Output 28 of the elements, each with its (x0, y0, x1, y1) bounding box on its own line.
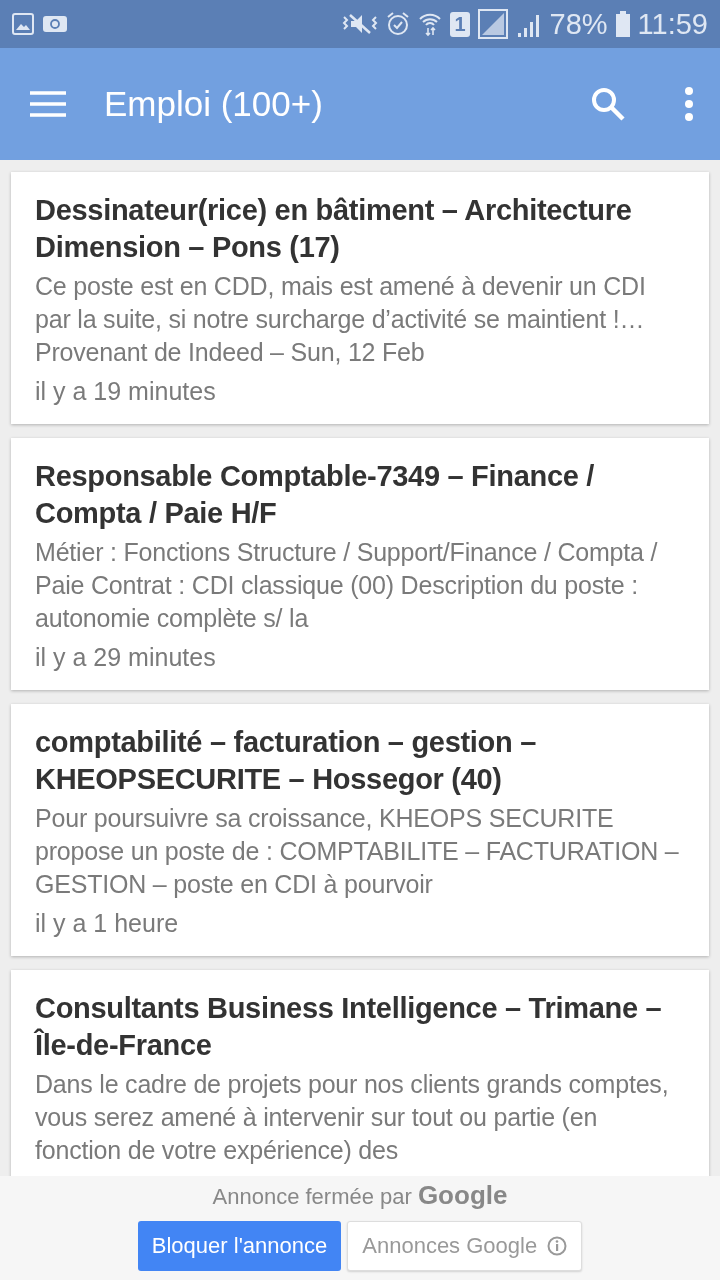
alarm-icon (386, 11, 411, 37)
mute-vibrate-icon (342, 11, 379, 37)
menu-icon[interactable] (30, 91, 66, 117)
job-card[interactable] (11, 970, 709, 1176)
google-logo: Google (417, 1180, 508, 1211)
posted-time: il y a 1 heure (35, 909, 180, 938)
job-card[interactable] (11, 704, 709, 956)
job-card[interactable] (11, 172, 709, 424)
info-icon (547, 1236, 568, 1256)
job-title: Consultants Business Intelligence – Trimane – Île-de-France (35, 991, 663, 1063)
job-title: comptabilité – facturation – gestion – KHEOPSECURITE – Hossegor (40) (35, 725, 538, 797)
wifi-icon (418, 11, 443, 37)
job-title: Dessinateur(rice) en bâtiment – Architecture Dimension – Pons (17) (35, 193, 633, 265)
sim-badge: 1 (450, 11, 470, 37)
posted-time: il y a 19 minutes (35, 377, 217, 406)
app-title: Emploi (100+) (104, 84, 324, 124)
job-snippet: Dans le cadre de projets pour nos clients grands comptes, vous serez amené à intervenir sur tout ou partie (en fonction de votre expérience) des (35, 1069, 670, 1166)
ad-notice: Annonce fermée par (212, 1184, 412, 1210)
image-icon (12, 13, 34, 35)
battery-icon (615, 11, 630, 37)
block-ad-button[interactable]: Bloquer l'annonce (137, 1221, 342, 1271)
posted-time: il y a 29 minutes (35, 643, 217, 672)
job-card[interactable] (11, 438, 709, 690)
job-title: Responsable Comptable-7349 – Finance / Compta / Paie H/F (35, 459, 596, 531)
battery-percent: 78% (549, 7, 608, 41)
ad-choices-button[interactable]: Annonces Google (347, 1221, 583, 1271)
signal-icon (477, 9, 508, 39)
clock: 11:59 (637, 7, 708, 41)
